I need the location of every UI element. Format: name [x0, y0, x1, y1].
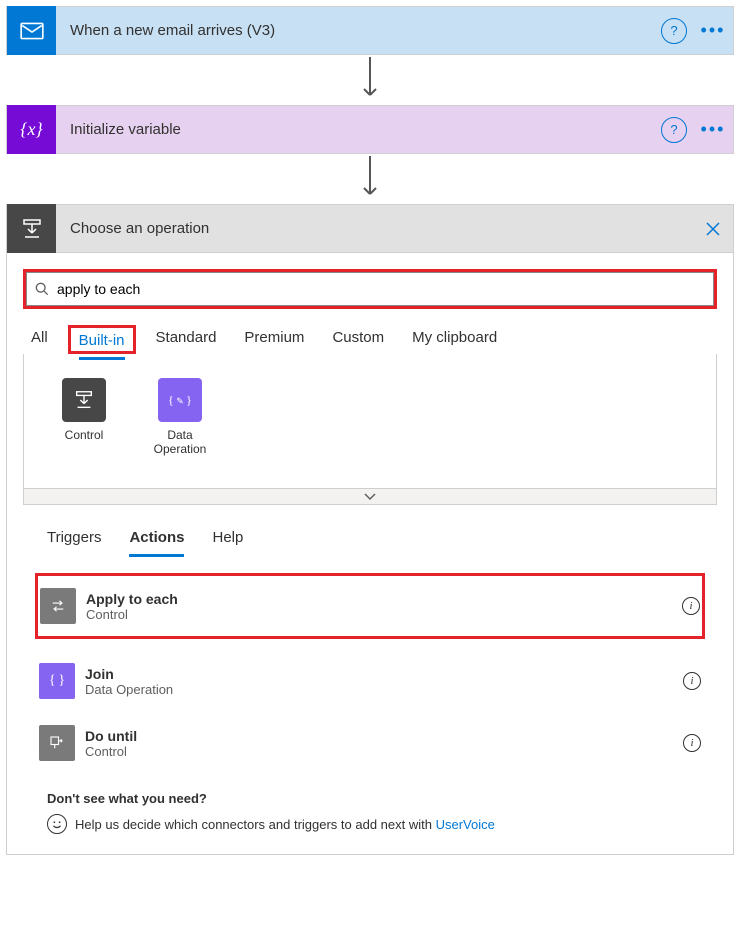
info-icon[interactable]: i [683, 672, 701, 690]
action-apply-to-each[interactable]: Apply to each Control i [40, 578, 700, 634]
action-name: Do until [85, 728, 683, 744]
data-operation-icon: { ✎ } [158, 378, 202, 422]
action-highlight: Apply to each Control i [35, 573, 705, 639]
variable-icon: {x} [7, 105, 56, 154]
sub-tab-help[interactable]: Help [212, 529, 243, 557]
action-card-variable[interactable]: {x} Initialize variable ? ••• [6, 105, 734, 154]
tab-premium[interactable]: Premium [244, 329, 304, 354]
action-subtitle: Control [86, 607, 682, 622]
action-card-title: Initialize variable [56, 121, 661, 138]
action-subtitle: Data Operation [85, 682, 683, 697]
info-icon[interactable]: i [683, 734, 701, 752]
tab-built-in-highlight: Built-in [68, 325, 136, 354]
action-name: Join [85, 666, 683, 682]
tab-standard[interactable]: Standard [156, 329, 217, 354]
outlook-icon [7, 6, 56, 55]
connector-control[interactable]: Control [48, 378, 120, 456]
loop-icon [40, 588, 76, 624]
connector-data-operation[interactable]: { ✎ } Data Operation [144, 378, 216, 456]
action-list: Apply to each Control i { } Join Data Op… [7, 557, 733, 771]
connector-grid: Control { ✎ } Data Operation [24, 354, 716, 488]
search-input[interactable] [57, 273, 713, 305]
collapse-toggle[interactable] [24, 488, 716, 504]
search-icon [27, 282, 57, 296]
tab-custom[interactable]: Custom [332, 329, 384, 354]
connector-label: Control [65, 428, 104, 442]
braces-icon: { } [39, 663, 75, 699]
tab-all[interactable]: All [31, 329, 48, 354]
tab-built-in[interactable]: Built-in [79, 332, 125, 360]
action-text: Join Data Operation [85, 666, 683, 697]
category-tabs: All Built-in Standard Premium Custom My … [7, 309, 733, 354]
trigger-card-title: When a new email arrives (V3) [56, 22, 661, 39]
search-field[interactable] [26, 272, 714, 306]
sub-tab-triggers[interactable]: Triggers [47, 529, 101, 557]
choose-operation-title: Choose an operation [56, 220, 693, 237]
action-text: Apply to each Control [86, 591, 682, 622]
tab-my-clipboard[interactable]: My clipboard [412, 329, 497, 354]
close-icon[interactable] [693, 220, 733, 238]
footer-text: Help us decide which connectors and trig… [75, 817, 495, 832]
connector-area: Control { ✎ } Data Operation [23, 354, 717, 505]
more-menu-icon[interactable]: ••• [693, 20, 733, 41]
footer-question: Don't see what you need? [47, 791, 693, 806]
footer-help: Don't see what you need? Help us decide … [7, 771, 733, 834]
operation-icon [7, 204, 56, 253]
choose-operation-header: Choose an operation [6, 204, 734, 253]
trigger-card-email[interactable]: When a new email arrives (V3) ? ••• [6, 6, 734, 55]
action-do-until[interactable]: Do until Control i [39, 715, 701, 771]
more-menu-icon[interactable]: ••• [693, 119, 733, 140]
choose-operation-panel: All Built-in Standard Premium Custom My … [6, 253, 734, 855]
help-icon[interactable]: ? [661, 18, 687, 44]
search-highlight [23, 269, 717, 309]
uservoice-link[interactable]: UserVoice [436, 817, 495, 832]
flow-arrow [6, 55, 734, 105]
action-text: Do until Control [85, 728, 683, 759]
help-icon[interactable]: ? [661, 117, 687, 143]
action-join[interactable]: { } Join Data Operation i [39, 653, 701, 709]
connector-label: Data Operation [144, 428, 216, 456]
control-icon [62, 378, 106, 422]
action-sub-tabs: Triggers Actions Help [7, 505, 733, 557]
flow-arrow [6, 154, 734, 204]
action-subtitle: Control [85, 744, 683, 759]
sub-tab-actions[interactable]: Actions [129, 529, 184, 557]
info-icon[interactable]: i [682, 597, 700, 615]
action-name: Apply to each [86, 591, 682, 607]
smiley-icon [47, 814, 67, 834]
do-until-icon [39, 725, 75, 761]
